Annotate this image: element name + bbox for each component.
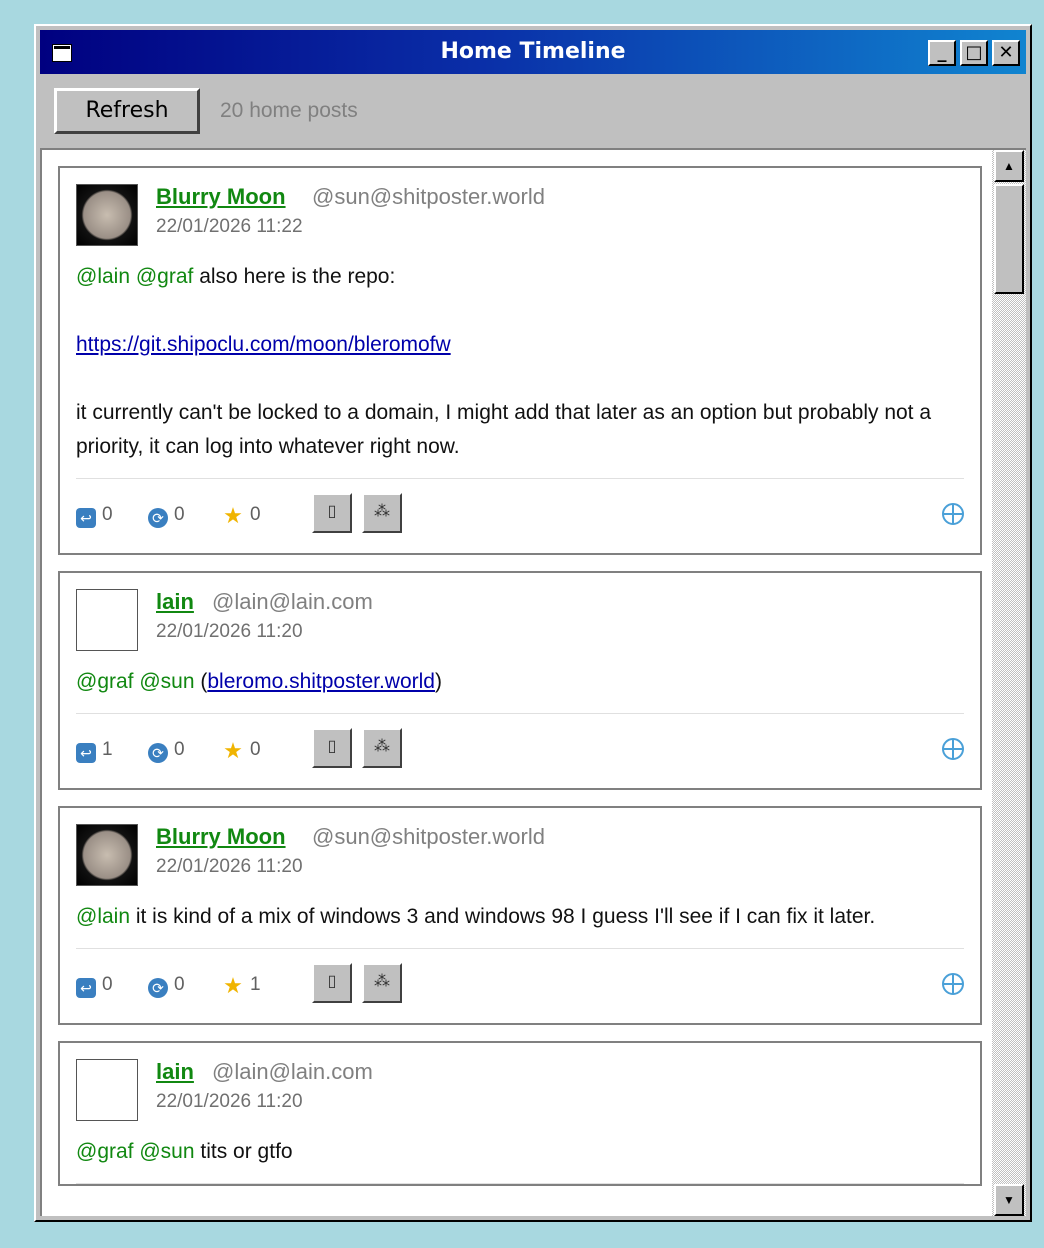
star-icon: ★ — [223, 503, 243, 528]
reply-count: 0 — [102, 974, 113, 995]
fav-action[interactable]: ★ 0 — [222, 503, 261, 528]
post-content: @lain it is kind of a mix of windows 3 a… — [76, 900, 964, 949]
boost-icon: ⟳ — [148, 978, 168, 998]
close-button[interactable]: ✕ — [992, 40, 1020, 66]
home-timeline-window: Home Timeline _ □ ✕ Refresh 20 home post… — [34, 24, 1032, 1222]
minimize-button[interactable]: _ — [928, 40, 956, 66]
open-post-button[interactable]: ▯ — [312, 728, 352, 768]
avatar[interactable] — [76, 824, 138, 886]
post-text: ) — [434, 670, 442, 693]
reply-action[interactable]: ↩ 0 — [76, 504, 113, 528]
avatar[interactable] — [76, 1059, 138, 1121]
vertical-scrollbar[interactable]: ▲ ▼ — [992, 150, 1026, 1216]
post-feed: Blurry Moon @sun@shitposter.world 22/01/… — [58, 166, 982, 1202]
boost-action[interactable]: ⟳ 0 — [148, 974, 185, 998]
fav-action[interactable]: ★ 1 — [222, 973, 261, 998]
author-name[interactable]: lain — [156, 589, 194, 615]
avatar[interactable] — [76, 184, 138, 246]
boost-count: 0 — [174, 504, 185, 525]
boost-count: 0 — [174, 739, 185, 760]
author-handle: @sun@shitposter.world — [312, 824, 545, 849]
post-text: also here is the repo: — [193, 265, 396, 288]
globe-icon — [942, 738, 964, 760]
post-text: it currently can't be locked to a domain… — [76, 401, 932, 458]
boost-count: 0 — [174, 974, 185, 995]
mention-link[interactable]: @graf — [76, 1140, 134, 1163]
url-link[interactable]: https://git.shipoclu.com/moon/bleromofw — [76, 333, 451, 356]
open-post-button[interactable]: ▯ — [312, 963, 352, 1003]
boost-action[interactable]: ⟳ 0 — [148, 504, 185, 528]
reply-count: 0 — [102, 504, 113, 525]
post-text: tits or gtfo — [194, 1140, 293, 1163]
fav-count: 0 — [250, 739, 261, 760]
post-date: 22/01/2026 11:20 — [156, 1091, 303, 1112]
boost-icon: ⟳ — [148, 743, 168, 763]
more-options-button[interactable]: ⁂ — [362, 728, 402, 768]
fav-count: 0 — [250, 504, 261, 525]
url-link[interactable]: bleromo.shitposter.world — [207, 670, 435, 693]
reply-icon: ↩ — [76, 743, 96, 763]
post-actions: ↩ 0 ⟳ 0 ★ 0 ▯ ⁂ — [76, 479, 964, 553]
globe-icon — [942, 503, 964, 525]
post-actions: ↩ 0 ⟳ 0 ★ 1 ▯ ⁂ — [76, 949, 964, 1023]
refresh-button[interactable]: Refresh — [54, 88, 200, 134]
timeline-area: Blurry Moon @sun@shitposter.world 22/01/… — [40, 148, 1026, 1216]
toolbar: Refresh 20 home posts — [40, 76, 1026, 146]
post-date: 22/01/2026 11:22 — [156, 216, 303, 237]
open-post-button[interactable]: ▯ — [312, 493, 352, 533]
boost-action[interactable]: ⟳ 0 — [148, 739, 185, 763]
fav-action[interactable]: ★ 0 — [222, 738, 261, 763]
post-date: 22/01/2026 11:20 — [156, 621, 303, 642]
post-count-label: 20 home posts — [220, 99, 358, 122]
fav-count: 1 — [250, 974, 261, 995]
post-content: @graf @sun (bleromo.shitposter.world) — [76, 665, 964, 714]
post-content: @graf @sun tits or gtfo — [76, 1135, 964, 1184]
mention-link[interactable]: @graf — [136, 265, 194, 288]
post-content: @lain @graf also here is the repo: https… — [76, 260, 964, 479]
window-title: Home Timeline — [440, 39, 626, 64]
post-card: Blurry Moon @sun@shitposter.world 22/01/… — [58, 166, 982, 555]
more-options-button[interactable]: ⁂ — [362, 963, 402, 1003]
scroll-thumb[interactable] — [994, 184, 1024, 294]
author-handle: @lain@lain.com — [212, 1059, 373, 1084]
reply-action[interactable]: ↩ 1 — [76, 739, 113, 763]
reply-count: 1 — [102, 739, 113, 760]
author-name[interactable]: Blurry Moon — [156, 184, 286, 210]
reply-action[interactable]: ↩ 0 — [76, 974, 113, 998]
post-text: it is kind of a mix of windows 3 and win… — [130, 905, 876, 928]
globe-icon — [942, 973, 964, 995]
post-actions: ↩ 1 ⟳ 0 ★ 0 ▯ ⁂ — [76, 714, 964, 788]
post-card: Blurry Moon @sun@shitposter.world 22/01/… — [58, 806, 982, 1025]
author-name[interactable]: Blurry Moon — [156, 824, 286, 850]
mention-link[interactable]: @lain — [76, 265, 130, 288]
post-text: ( — [194, 670, 208, 693]
boost-icon: ⟳ — [148, 508, 168, 528]
author-name[interactable]: lain — [156, 1059, 194, 1085]
scroll-up-button[interactable]: ▲ — [994, 150, 1024, 182]
avatar[interactable] — [76, 589, 138, 651]
star-icon: ★ — [223, 973, 243, 998]
post-date: 22/01/2026 11:20 — [156, 856, 303, 877]
post-card: lain @lain@lain.com 22/01/2026 11:20 @gr… — [58, 1041, 982, 1186]
more-options-button[interactable]: ⁂ — [362, 493, 402, 533]
mention-link[interactable]: @graf — [76, 670, 134, 693]
mention-link[interactable]: @sun — [139, 1140, 194, 1163]
maximize-button[interactable]: □ — [960, 40, 988, 66]
author-handle: @sun@shitposter.world — [312, 184, 545, 209]
mention-link[interactable]: @sun — [139, 670, 194, 693]
scroll-down-button[interactable]: ▼ — [994, 1184, 1024, 1216]
title-bar[interactable]: Home Timeline _ □ ✕ — [40, 30, 1026, 74]
mention-link[interactable]: @lain — [76, 905, 130, 928]
star-icon: ★ — [223, 738, 243, 763]
author-handle: @lain@lain.com — [212, 589, 373, 614]
reply-icon: ↩ — [76, 508, 96, 528]
reply-icon: ↩ — [76, 978, 96, 998]
post-card: lain @lain@lain.com 22/01/2026 11:20 @gr… — [58, 571, 982, 790]
